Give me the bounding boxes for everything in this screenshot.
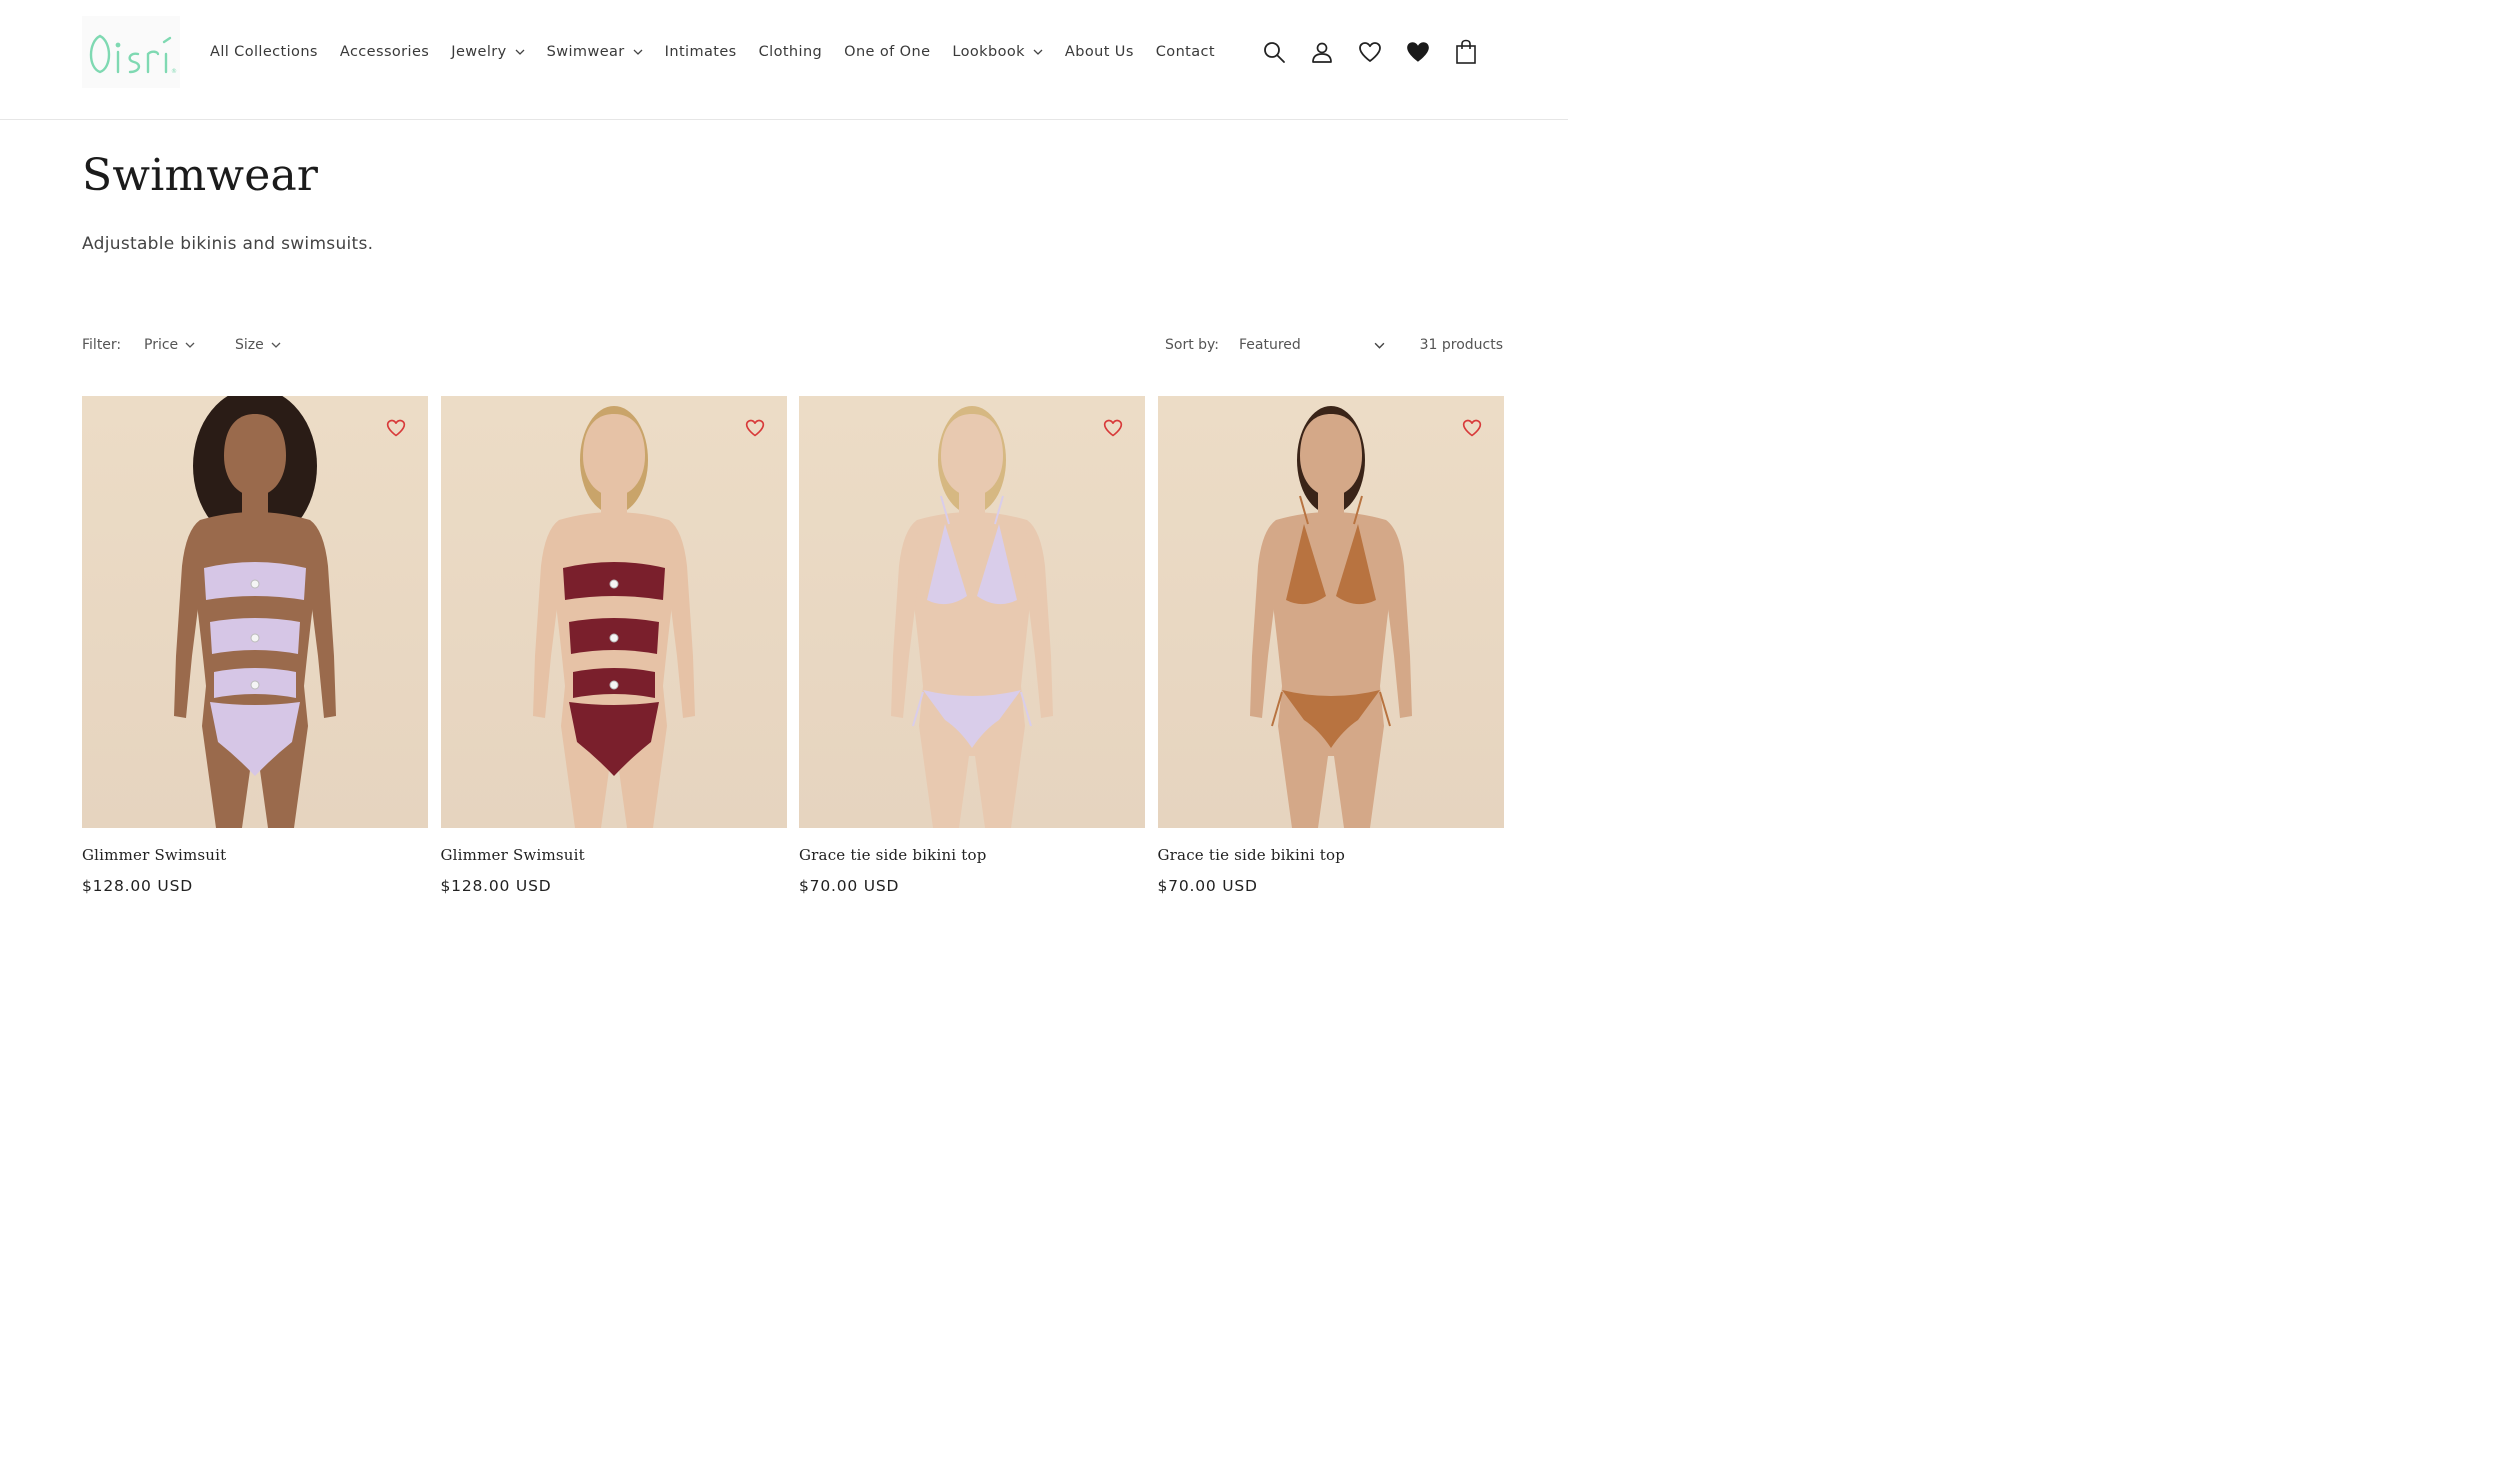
chevron-down-icon <box>1033 49 1043 55</box>
filter-price-label: Price <box>144 337 179 353</box>
chevron-down-icon <box>271 342 281 348</box>
nav-item-label: Lookbook <box>952 44 1025 60</box>
nav-item-label: Intimates <box>664 44 737 60</box>
product-image[interactable] <box>799 396 1145 828</box>
sort-select[interactable]: Featured <box>1239 337 1385 353</box>
collection-description: Adjustable bikinis and swimsuits. <box>82 234 374 254</box>
wishlist-heart-icon[interactable] <box>1462 418 1482 438</box>
nav-item-swimwear[interactable]: Swimwear <box>547 44 643 60</box>
product-price: $70.00 USD <box>1157 877 1258 895</box>
product-card[interactable]: Grace tie side bikini top $70.00 USD <box>1157 396 1504 917</box>
chevron-down-icon <box>515 49 525 55</box>
header-icons <box>1258 34 1498 70</box>
nav-item-accessories[interactable]: Accessories <box>340 44 429 60</box>
nav-item-clothing[interactable]: Clothing <box>759 44 823 60</box>
product-grid: Glimmer Swimsuit $128.00 USD Glimmer Swi… <box>82 396 1504 917</box>
nav-item-label: All Collections <box>210 44 318 60</box>
filter-size-label: Size <box>235 337 264 353</box>
logo-mark: ® <box>82 16 180 88</box>
wishlist-heart-icon[interactable] <box>386 418 406 438</box>
product-name[interactable]: Glimmer Swimsuit <box>441 846 585 864</box>
main-nav: All Collections Accessories Jewelry Swimwea… <box>210 38 1237 66</box>
wishlist-heart-icon[interactable] <box>745 418 765 438</box>
product-count: 31 products <box>1419 337 1503 353</box>
brand-logo[interactable]: ® <box>82 16 180 88</box>
chevron-down-icon <box>1374 342 1385 349</box>
nav-item-label: Clothing <box>758 44 823 60</box>
product-price: $70.00 USD <box>799 877 900 895</box>
product-name[interactable]: Grace tie side bikini top <box>1158 846 1346 864</box>
nav-item-label: Jewelry <box>451 44 507 60</box>
product-photo <box>799 396 1145 828</box>
filter-price-button[interactable]: Price <box>144 337 195 353</box>
cart-icon[interactable] <box>1450 36 1482 68</box>
chevron-down-icon <box>185 342 195 348</box>
filter-bar: Filter: Price Size Sort by: Featured 31 … <box>82 334 1503 358</box>
nav-item-one-of-one[interactable]: One of One <box>844 44 930 60</box>
chevron-down-icon <box>633 49 643 55</box>
wishlist-filled-icon[interactable] <box>1402 36 1434 68</box>
sort-label: Sort by: <box>1165 337 1220 353</box>
product-photo <box>440 396 787 828</box>
product-image[interactable] <box>82 396 428 828</box>
nav-item-intimates[interactable]: Intimates <box>665 44 737 60</box>
product-photo <box>1157 396 1504 828</box>
page-title: Swimwear <box>82 150 319 201</box>
svg-text:®: ® <box>171 68 177 75</box>
site-header: ® All Collections Accessories Jewelry Swimw… <box>0 0 1568 120</box>
product-name[interactable]: Glimmer Swimsuit <box>82 846 226 864</box>
search-icon[interactable] <box>1258 36 1290 68</box>
product-card[interactable]: Grace tie side bikini top $70.00 USD <box>799 396 1145 917</box>
product-price: $128.00 USD <box>82 877 193 895</box>
filter-size-button[interactable]: Size <box>235 337 281 353</box>
product-image[interactable] <box>440 396 787 828</box>
product-card[interactable]: Glimmer Swimsuit $128.00 USD <box>82 396 428 917</box>
nav-item-label: About Us <box>1064 44 1134 60</box>
nav-item-lookbook[interactable]: Lookbook <box>952 44 1043 60</box>
wishlist-outline-icon[interactable] <box>1354 36 1386 68</box>
product-card[interactable]: Glimmer Swimsuit $128.00 USD <box>440 396 787 917</box>
product-image[interactable] <box>1157 396 1504 828</box>
nav-item-label: One of One <box>844 44 931 60</box>
nav-item-label: Contact <box>1155 44 1215 60</box>
nav-item-label: Accessories <box>339 44 430 60</box>
nav-item-jewelry[interactable]: Jewelry <box>451 44 525 60</box>
nav-item-about-us[interactable]: About Us <box>1065 44 1134 60</box>
nav-item-all-collections[interactable]: All Collections <box>210 44 318 60</box>
nav-item-label: Swimwear <box>546 44 625 60</box>
sort-value: Featured <box>1239 337 1301 353</box>
product-price: $128.00 USD <box>440 877 552 895</box>
nav-item-contact[interactable]: Contact <box>1156 44 1215 60</box>
product-photo <box>82 396 428 828</box>
wishlist-heart-icon[interactable] <box>1103 418 1123 438</box>
product-name[interactable]: Grace tie side bikini top <box>799 846 987 864</box>
account-icon[interactable] <box>1306 36 1338 68</box>
filter-label: Filter: <box>82 337 122 353</box>
